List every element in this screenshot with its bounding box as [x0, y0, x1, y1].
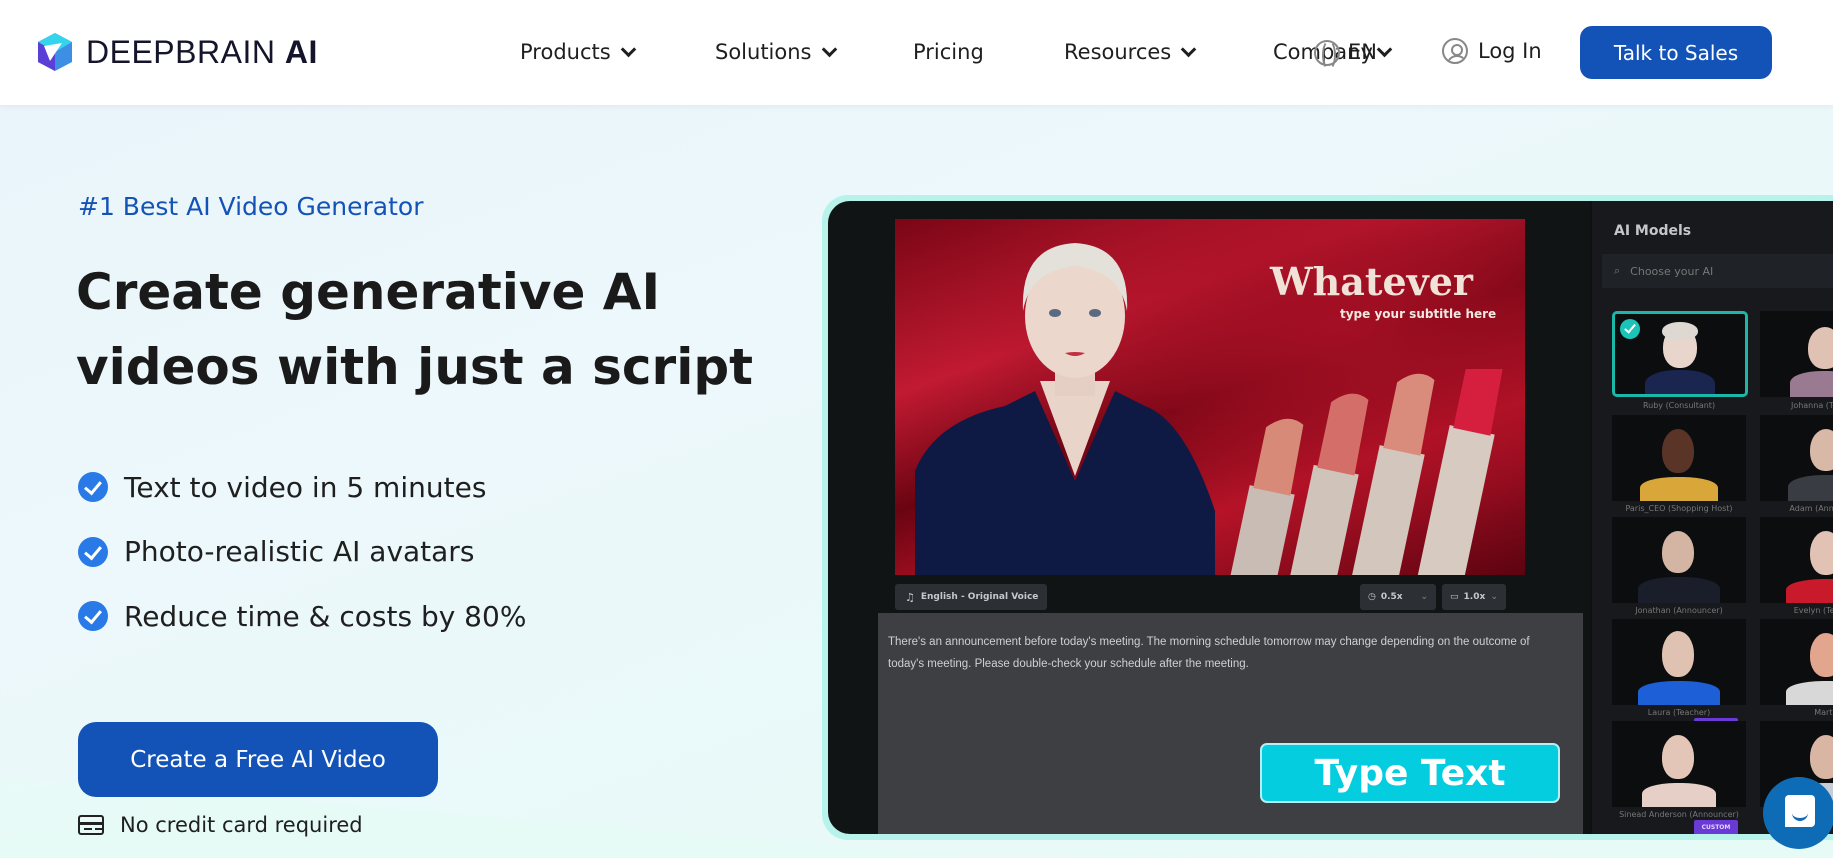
- video-preview: Whatever type your subtitle here: [895, 219, 1525, 575]
- model-tile[interactable]: [1612, 311, 1748, 397]
- speed-selector[interactable]: ▭ 1.0x ⌄: [1442, 584, 1506, 610]
- top-navigation: DEEPBRAIN AI Products Solutions Pricing …: [0, 0, 1833, 105]
- model-search-input[interactable]: ⌕ Choose your AI: [1602, 254, 1833, 288]
- nav-pricing[interactable]: Pricing: [913, 40, 984, 64]
- pause-selector[interactable]: ◷ 0.5x ⌄: [1360, 584, 1436, 610]
- chevron-down-icon: [1376, 41, 1393, 57]
- language-selector[interactable]: EN: [1348, 40, 1377, 64]
- login-link[interactable]: Log In: [1442, 38, 1542, 64]
- no-credit-card-text: No credit card required: [120, 813, 363, 837]
- ai-models-title: AI Models: [1614, 223, 1692, 239]
- model-label: Ruby (Consultant): [1642, 401, 1716, 410]
- talk-to-sales-button[interactable]: Talk to Sales: [1580, 26, 1772, 79]
- search-placeholder: Choose your AI: [1630, 264, 1714, 278]
- model-tile[interactable]: [1760, 311, 1833, 397]
- selected-check-icon: [1620, 319, 1640, 339]
- video-subtitle-overlay: type your subtitle here: [1340, 307, 1497, 321]
- nav-resources-label: Resources: [1064, 40, 1172, 64]
- feature-item: Photo-realistic AI avatars: [78, 520, 526, 585]
- nav-products-label: Products: [520, 40, 611, 64]
- check-circle-icon: [78, 536, 108, 567]
- model-tile[interactable]: [1760, 619, 1833, 705]
- model-label: Martin: [1814, 708, 1833, 717]
- chat-widget-button[interactable]: [1763, 777, 1833, 849]
- hero-eyebrow: #1 Best AI Video Generator: [78, 192, 424, 221]
- feature-text: Text to video in 5 minutes: [124, 470, 487, 504]
- hero-title-line-1: Create generative AI: [76, 263, 661, 321]
- chevron-down-icon: [821, 41, 837, 57]
- ai-models-panel: AI Models ⌕ Choose your AI Ruby (Consult…: [1590, 201, 1833, 834]
- chat-bubble-icon: [1785, 795, 1815, 827]
- model-label: Sinead Anderson (Announcer): [1619, 810, 1739, 819]
- globe-icon[interactable]: [1314, 40, 1340, 70]
- hero-title: Create generative AI videos with just a …: [76, 255, 776, 405]
- model-label: Johanna (Teacher): [1790, 401, 1833, 410]
- search-icon: ⌕: [1614, 264, 1621, 277]
- speed-icon: ▭: [1450, 592, 1459, 602]
- model-tile[interactable]: [1760, 415, 1833, 501]
- script-text: There's an announcement before today's m…: [888, 636, 1530, 670]
- video-title-overlay: Whatever: [1270, 259, 1473, 304]
- create-free-video-button[interactable]: Create a Free AI Video: [78, 722, 438, 797]
- model-label: Evelyn (Teacher): [1793, 606, 1833, 615]
- nav-resources[interactable]: Resources: [1064, 40, 1197, 64]
- feature-item: Text to video in 5 minutes: [78, 455, 526, 520]
- no-credit-card-note: No credit card required: [78, 813, 363, 837]
- model-label: Adam (Announcer): [1789, 504, 1833, 513]
- deepbrain-logo-icon: [38, 33, 72, 71]
- feature-list: Text to video in 5 minutes Photo-realist…: [78, 455, 526, 649]
- login-label: Log In: [1478, 39, 1542, 63]
- feature-item: Reduce time & costs by 80%: [78, 584, 526, 649]
- voice-icon: ♫: [905, 590, 915, 604]
- voice-label: English - Original Voice: [920, 592, 1039, 602]
- nav-solutions-label: Solutions: [715, 40, 812, 64]
- model-tile[interactable]: [1612, 721, 1746, 807]
- avatar-woman-image: [915, 243, 1215, 575]
- check-circle-icon: [78, 472, 108, 503]
- user-icon: [1442, 38, 1468, 64]
- model-tile[interactable]: [1612, 619, 1746, 705]
- nav-products[interactable]: Products: [520, 40, 636, 64]
- custom-badge: CUSTOM: [1694, 820, 1738, 834]
- product-demo-preview: Whatever type your subtitle here ♫ Engli…: [828, 201, 1833, 834]
- lipsticks-image: [1228, 369, 1504, 575]
- nav-pricing-label: Pricing: [913, 40, 984, 64]
- language-label: EN: [1348, 40, 1377, 64]
- model-tile[interactable]: [1760, 517, 1833, 603]
- speed-label: 1.0x: [1463, 592, 1486, 602]
- chevron-down-icon: [620, 41, 636, 57]
- model-label: Jonathan (Announcer): [1635, 606, 1723, 615]
- credit-card-icon: [78, 815, 104, 835]
- model-tile[interactable]: [1612, 517, 1746, 603]
- clock-icon: ◷: [1368, 592, 1376, 602]
- pause-label: 0.5x: [1380, 592, 1403, 602]
- model-label: Paris_CEO (Shopping Host): [1625, 504, 1733, 513]
- chevron-down-icon: ⌄: [1490, 592, 1498, 602]
- brand-name: DEEPBRAIN AI: [86, 33, 318, 70]
- brand-logo[interactable]: DEEPBRAIN AI: [36, 32, 318, 72]
- feature-text: Photo-realistic AI avatars: [124, 535, 475, 569]
- nav-solutions[interactable]: Solutions: [715, 40, 837, 64]
- model-tile[interactable]: [1612, 415, 1746, 501]
- check-circle-icon: [78, 601, 108, 632]
- hero-title-line-2: videos with just a script: [76, 338, 754, 396]
- chevron-down-icon: [1180, 41, 1197, 57]
- feature-text: Reduce time & costs by 80%: [124, 599, 527, 633]
- voice-selector[interactable]: ♫ English - Original Voice: [895, 584, 1047, 610]
- type-text-button[interactable]: Type Text: [1260, 743, 1560, 803]
- chevron-down-icon: ⌄: [1420, 592, 1428, 602]
- model-label: Laura (Teacher): [1647, 708, 1711, 717]
